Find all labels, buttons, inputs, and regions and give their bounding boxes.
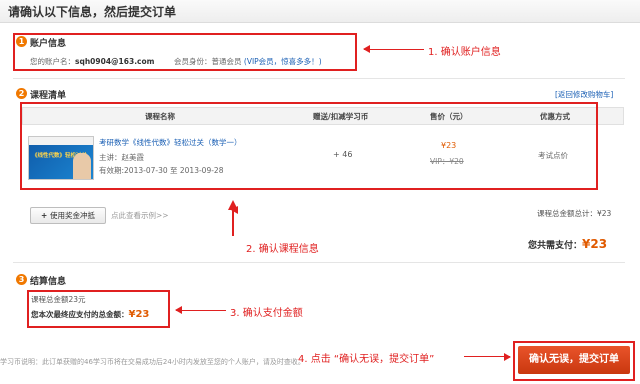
arrow-1-icon bbox=[363, 45, 424, 53]
course-vip-price: VIP：¥20 bbox=[430, 157, 464, 166]
course-teacher: 主讲：赵美霞 bbox=[99, 153, 144, 162]
section-number-2: 2 bbox=[16, 88, 27, 99]
courses-section-title: 课程清单 bbox=[30, 91, 67, 101]
course-validity: 有效期:2013-07-30 至 2013-09-28 bbox=[99, 166, 224, 175]
thumbnail-header-strip bbox=[29, 137, 93, 145]
annotation-2: 2. 确认课程信息 bbox=[246, 244, 319, 255]
divider bbox=[13, 262, 625, 263]
account-name-row: 您的账户名：sqh0904@163.com bbox=[30, 56, 154, 67]
course-thumbnail[interactable]: 《线性代数》轻松过关 bbox=[28, 136, 94, 180]
course-price: ¥23 bbox=[441, 141, 457, 150]
membership-label: 会员身份： bbox=[174, 57, 212, 66]
pay-total-label: 您共需支付： bbox=[528, 241, 583, 251]
course-coins: + 46 bbox=[333, 150, 353, 159]
divider bbox=[13, 78, 625, 79]
vip-link[interactable]: 惊喜多多！ bbox=[281, 57, 319, 66]
vip-open: (VIP会员， bbox=[243, 57, 282, 66]
annotation-1: 1. 确认账户信息 bbox=[428, 47, 501, 58]
annotation-4: 4. 点击 “确认无误，提交订单” bbox=[298, 354, 435, 365]
membership-value: 普通会员 bbox=[211, 57, 242, 66]
pay-total-row: 您共需支付：¥23 bbox=[528, 237, 607, 251]
annotation-3: 3. 确认支付金额 bbox=[230, 308, 303, 319]
submit-order-button[interactable]: 确认无误，提交订单 bbox=[518, 346, 630, 374]
settlement-final-label: 您本次最终应支付的总金额： bbox=[31, 310, 129, 319]
teacher-photo-icon bbox=[73, 153, 91, 179]
arrow-2-icon bbox=[228, 200, 238, 210]
arrow-3-icon bbox=[175, 306, 226, 314]
plus-icon: + bbox=[41, 211, 50, 220]
settlement-final-row: 您本次最终应支付的总金额：¥23 bbox=[31, 309, 149, 320]
section-number-3: 3 bbox=[16, 274, 27, 285]
membership-row: 会员身份：普通会员 (VIP会员，惊喜多多！) bbox=[174, 56, 322, 67]
use-bonus-button[interactable]: + 使用奖金冲抵 bbox=[30, 207, 106, 224]
use-bonus-label: 使用奖金冲抵 bbox=[49, 211, 95, 220]
account-name-value: sqh0904@163.com bbox=[75, 57, 155, 66]
back-to-cart-link[interactable]: [返回修改购物车] bbox=[555, 89, 613, 100]
voucher-example-link[interactable]: 点此查看示例>> bbox=[111, 210, 169, 221]
arrow-4-icon bbox=[464, 356, 510, 357]
settlement-final-value: ¥23 bbox=[128, 309, 150, 320]
account-name-label: 您的账户名： bbox=[30, 57, 75, 66]
pay-total-value: ¥23 bbox=[582, 237, 608, 251]
coin-note: 学习币说明：此订单获赠的46学习币将在交易成功后24小时内发放至您的个人账户，请… bbox=[0, 358, 305, 366]
settlement-course-total: 课程总金额23元 bbox=[31, 295, 86, 304]
course-name-link[interactable]: 考研数学《线性代数》轻松过关（数学一） bbox=[99, 137, 242, 148]
settlement-section-title: 结算信息 bbox=[30, 277, 67, 287]
course-discount: 考试点价 bbox=[538, 151, 568, 160]
arrow-2-shaft bbox=[231, 206, 238, 236]
vip-close: ) bbox=[318, 57, 322, 66]
course-total: 课程总金额总计：¥23 bbox=[537, 209, 612, 218]
page-title: 请确认以下信息，然后提交订单 bbox=[8, 5, 177, 19]
